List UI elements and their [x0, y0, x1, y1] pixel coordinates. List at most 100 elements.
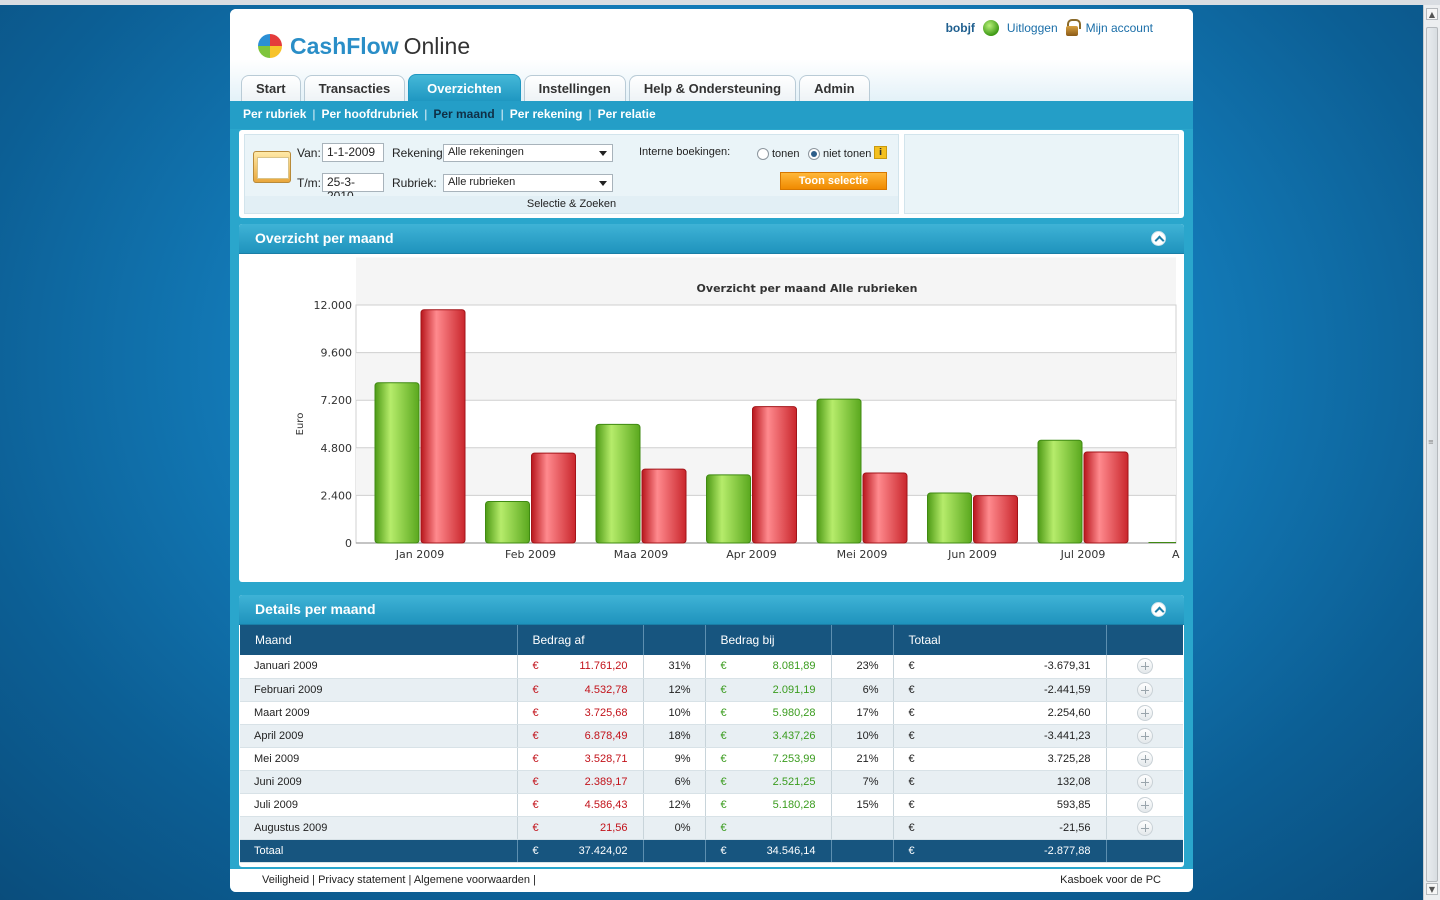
- collapse-icon[interactable]: [1151, 231, 1166, 246]
- page-scrollbar[interactable]: ▲ ≡ ▼: [1423, 5, 1440, 900]
- table-row[interactable]: Februari 2009 €4.532,78 12% €2.091,19 6% € -2.…: [240, 678, 1183, 702]
- tab-help[interactable]: Help & Ondersteuning: [628, 75, 797, 101]
- my-account-link[interactable]: Mijn account: [1086, 21, 1153, 35]
- row-bij-cell: €2.091,19: [705, 678, 832, 702]
- subnav-per-maand[interactable]: Per maand: [433, 107, 494, 121]
- currency-symbol: €: [720, 798, 727, 811]
- info-icon[interactable]: i: [874, 146, 887, 159]
- rekening-select[interactable]: Alle rekeningen: [443, 144, 613, 162]
- row-actions: [1106, 747, 1183, 771]
- chart-area: 0 2.400 4.800 7.200 9.600 12.000 Overzicht per…: [239, 254, 1184, 579]
- col-totaal[interactable]: Totaal: [893, 625, 1107, 655]
- tab-transacties[interactable]: Transacties: [303, 75, 406, 101]
- tm-date-input[interactable]: 25-3-2010: [322, 173, 384, 203]
- expand-plus-icon[interactable]: [1136, 727, 1153, 744]
- row-totaal-cell: € -21,56: [893, 816, 1107, 840]
- table-row[interactable]: April 2009 €6.878,49 18% €3.437,26 10% € -3.44…: [240, 724, 1183, 748]
- row-af-cell: €4.532,78: [517, 678, 644, 702]
- rekening-label: Rekening:: [392, 146, 447, 160]
- table-row[interactable]: Juli 2009 €4.586,43 12% €5.180,28 15% €593,85: [240, 793, 1183, 817]
- subnav-per-rubriek[interactable]: Per rubriek: [243, 107, 306, 121]
- row-bij-cell: €7.253,99: [705, 747, 832, 771]
- row-totaal-cell: €132,08: [893, 770, 1107, 794]
- tab-overzichten[interactable]: Overzichten: [408, 74, 521, 101]
- collapse-icon[interactable]: [1151, 602, 1166, 617]
- overview-panel-header: Overzicht per maand: [239, 224, 1184, 254]
- logout-link[interactable]: Uitloggen: [1007, 21, 1058, 35]
- details-panel-title: Details per maand: [255, 601, 376, 617]
- total-totaal-cell: € -2.877,88: [893, 839, 1107, 863]
- row-af: 6.878,49: [584, 729, 628, 742]
- subnav-per-hoofdrubriek[interactable]: Per hoofdrubriek: [322, 107, 419, 121]
- lock-icon[interactable]: [1065, 19, 1081, 37]
- expand-plus-icon[interactable]: [1136, 704, 1153, 721]
- tab-instellingen[interactable]: Instellingen: [523, 75, 626, 101]
- total-af: 37.424,02: [578, 844, 628, 857]
- col-maand[interactable]: Maand: [240, 625, 518, 655]
- logout-icon[interactable]: [982, 20, 999, 36]
- expand-plus-icon[interactable]: [1136, 658, 1153, 675]
- subnav-per-rekening[interactable]: Per rekening: [510, 107, 583, 121]
- radio-niet-tonen-label[interactable]: niet tonen: [823, 148, 871, 160]
- row-af-cell: €21,56: [517, 816, 644, 840]
- app-page: CashFlow Online bobjf Uitloggen Mijn acc…: [230, 9, 1193, 892]
- table-row[interactable]: Augustus 2009 €21,56 0% € € -21,56: [240, 816, 1183, 840]
- currency-symbol: €: [720, 775, 727, 788]
- radio-tonen-label[interactable]: tonen: [772, 148, 800, 160]
- scrollbar-thumb[interactable]: [1426, 27, 1438, 882]
- expand-plus-icon[interactable]: [1136, 750, 1153, 767]
- table-row[interactable]: Juni 2009 €2.389,17 6% €2.521,25 7% €132,08: [240, 770, 1183, 794]
- van-date-input[interactable]: 1-1-2009: [322, 143, 384, 162]
- row-af-pct: 18%: [643, 724, 706, 748]
- bar-af: [531, 452, 576, 544]
- tab-admin[interactable]: Admin: [799, 75, 870, 101]
- expand-plus-icon[interactable]: [1136, 796, 1153, 813]
- col-bedrag-af[interactable]: Bedrag af: [517, 625, 644, 655]
- van-label: Van:: [297, 146, 321, 160]
- row-bij-pct: 17%: [831, 701, 894, 725]
- calendar-icon: [253, 151, 291, 183]
- row-af-cell: €3.725,68: [517, 701, 644, 725]
- x-tick-label: A: [1172, 548, 1180, 561]
- row-bij: 2.091,19: [772, 683, 816, 696]
- toon-selectie-button[interactable]: Toon selectie: [780, 172, 887, 190]
- row-af-pct: 10%: [643, 701, 706, 725]
- bar-bij: [595, 423, 641, 544]
- row-actions: [1106, 701, 1183, 725]
- expand-plus-icon[interactable]: [1136, 681, 1153, 698]
- row-bij: [742, 822, 831, 834]
- rubriek-select[interactable]: Alle rubrieken: [443, 174, 613, 192]
- x-tick-label: Maa 2009: [614, 548, 668, 561]
- chevron-down-icon: [599, 151, 607, 156]
- details-panel: Details per maand Maand Bedrag af Bedrag…: [239, 595, 1184, 867]
- table-row[interactable]: Januari 2009 €11.761,20 31% €8.081,89 23% € -3…: [240, 655, 1183, 679]
- total-totaal: -2.877,88: [1044, 844, 1091, 857]
- row-maand: Maart 2009: [240, 701, 518, 725]
- col-bedrag-bij[interactable]: Bedrag bij: [705, 625, 832, 655]
- y-tick-label: 12.000: [314, 299, 353, 312]
- footer-links[interactable]: Veiligheid | Privacy statement | Algemen…: [262, 874, 536, 886]
- row-maand: Juli 2009: [240, 793, 518, 817]
- row-totaal: -3.441,23: [1044, 729, 1091, 742]
- tab-start[interactable]: Start: [241, 75, 301, 101]
- row-maand: Juni 2009: [240, 770, 518, 794]
- scroll-down-icon[interactable]: ▼: [1426, 883, 1438, 895]
- expand-plus-icon[interactable]: [1136, 773, 1153, 790]
- row-af: 21,56: [599, 821, 628, 834]
- radio-tonen[interactable]: [757, 148, 769, 160]
- col-af-pct: [643, 625, 706, 655]
- scroll-up-icon[interactable]: ▲: [1426, 8, 1438, 20]
- radio-niet-tonen[interactable]: [808, 148, 820, 160]
- y-axis-label: Euro: [295, 413, 306, 436]
- expand-plus-icon[interactable]: [1136, 819, 1153, 836]
- subnav-per-relatie[interactable]: Per relatie: [598, 107, 656, 121]
- currency-symbol: €: [532, 844, 539, 857]
- row-bij-pct: 6%: [831, 678, 894, 702]
- brand-logo[interactable]: CashFlow Online: [258, 31, 470, 61]
- table-row[interactable]: Mei 2009 €3.528,71 9% €7.253,99 21% €3.725,28: [240, 747, 1183, 771]
- row-bij-cell: €8.081,89: [705, 655, 832, 679]
- row-totaal-cell: € -3.679,31: [893, 655, 1107, 679]
- table-row[interactable]: Maart 2009 €3.725,68 10% €5.980,28 17% €2.254…: [240, 701, 1183, 725]
- col-bij-pct: [831, 625, 894, 655]
- row-bij-pct: 7%: [831, 770, 894, 794]
